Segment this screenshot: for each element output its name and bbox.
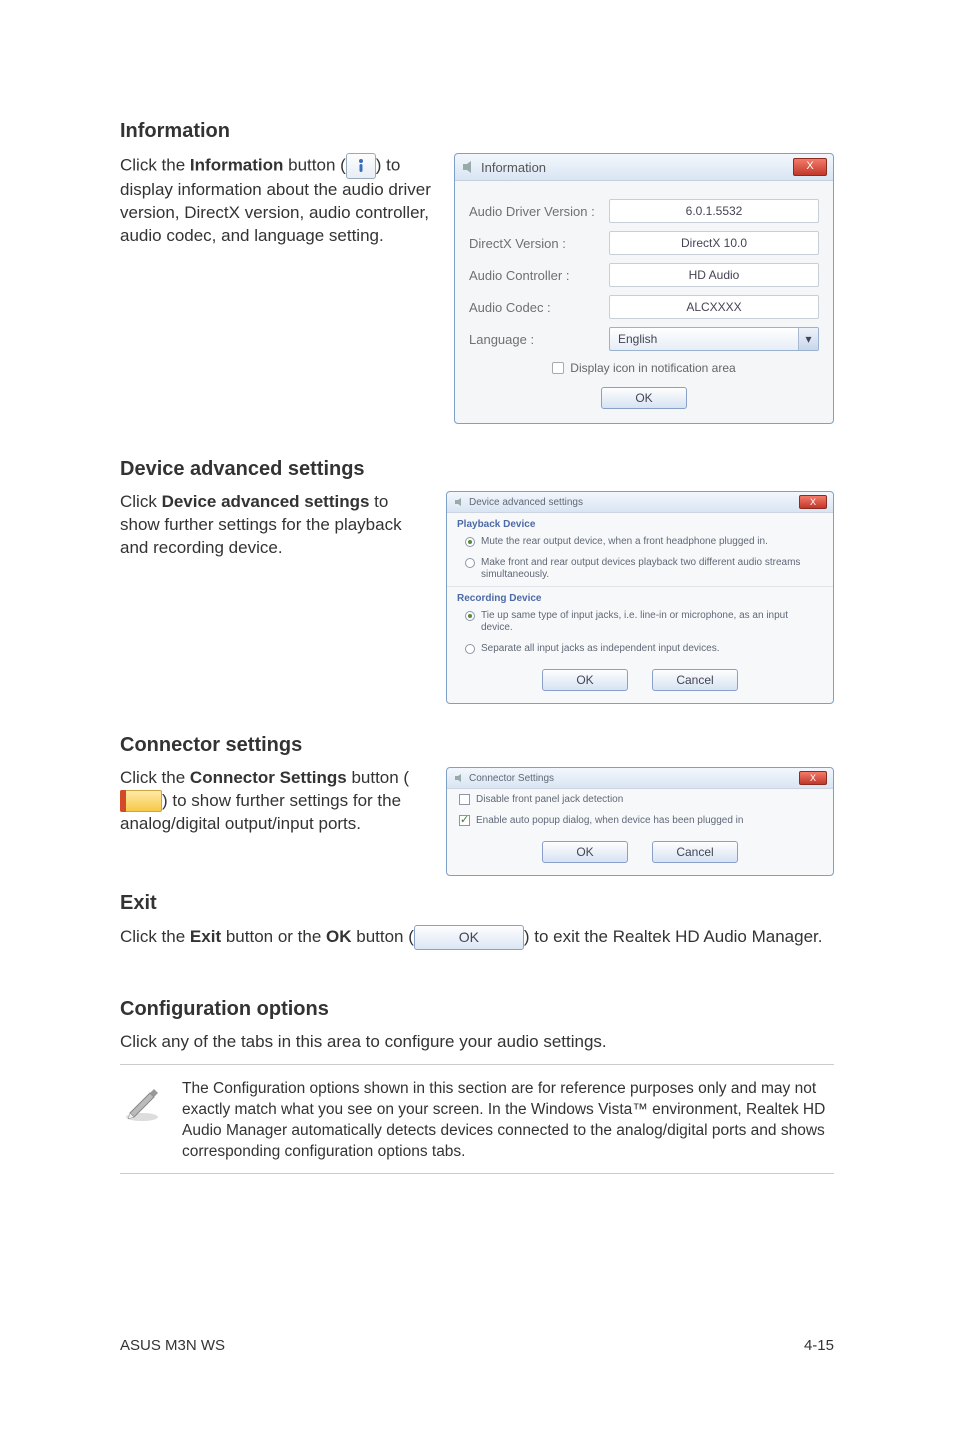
information-heading: Information [120,120,834,143]
note-text: The Configuration options shown in this … [182,1079,834,1163]
txt: button ( [347,768,409,787]
txt: Click the [120,155,190,174]
conn-opt-1[interactable]: Disable front panel jack detection [447,789,833,810]
checkbox-icon [459,815,470,826]
language-select[interactable]: English ▾ [609,327,819,351]
recording-device-heading: Recording Device [447,587,833,606]
txt-bold: Information [190,155,284,174]
audio-icon [453,496,465,508]
recording-opt-2[interactable]: Separate all input jacks as independent … [447,639,833,660]
label: Language : [469,332,609,347]
txt: button ( [352,927,414,946]
close-icon[interactable]: X [799,495,827,509]
dialog-titlebar: Information X [455,154,833,181]
opt-label: Tie up same type of input jacks, i.e. li… [481,610,819,635]
connector-settings-paragraph: Click the Connector Settings button ( ) … [120,767,426,836]
ok-button[interactable]: OK [601,387,687,409]
opt-label: Make front and rear output devices playb… [481,557,819,582]
information-paragraph: Click the Information button ( ) to disp… [120,153,434,248]
dialog-title: Device advanced settings [469,497,583,508]
display-icon-checkbox-row: Display icon in notification area [469,361,819,375]
configuration-options-intro: Click any of the tabs in this area to co… [120,1031,834,1054]
txt: button ( [283,155,345,174]
exit-heading: Exit [120,892,834,915]
ok-button-inline: OK [414,925,524,950]
checkbox-label: Display icon in notification area [570,361,735,375]
txt: button or the [221,927,326,946]
opt-label: Separate all input jacks as independent … [481,643,720,656]
radio-icon [465,537,475,547]
folder-icon [120,790,162,812]
checkbox[interactable] [552,362,564,374]
label: Audio Controller : [469,268,609,283]
audio-icon [461,160,475,174]
value-box: ALCXXXX [609,295,819,319]
page-footer: ASUS M3N WS 4-15 [120,1337,834,1354]
conn-opt-2[interactable]: Enable auto popup dialog, when device ha… [447,810,833,831]
device-advanced-heading: Device advanced settings [120,458,834,481]
txt: Click the [120,768,190,787]
close-icon[interactable]: X [799,771,827,785]
opt-label: Enable auto popup dialog, when device ha… [476,815,743,826]
ok-button[interactable]: OK [542,841,628,863]
txt: ) to show further settings for the analo… [120,791,401,833]
value-box: HD Audio [609,263,819,287]
dialog-body: Audio Driver Version :6.0.1.5532 DirectX… [455,181,833,423]
connector-settings-dialog: Connector Settings X Disable front panel… [446,767,834,876]
information-dialog: Information X Audio Driver Version :6.0.… [454,153,834,424]
information-icon [346,153,376,179]
footer-right: 4-15 [804,1337,834,1354]
cancel-button[interactable]: Cancel [652,669,738,691]
opt-label: Disable front panel jack detection [476,794,623,805]
note-row: The Configuration options shown in this … [120,1079,834,1163]
connector-settings-heading: Connector settings [120,734,834,757]
select-value: English [618,332,657,346]
configuration-options-heading: Configuration options [120,998,834,1021]
ok-button[interactable]: OK [542,669,628,691]
close-icon[interactable]: X [793,158,827,176]
recording-opt-1[interactable]: Tie up same type of input jacks, i.e. li… [447,606,833,639]
txt-bold: Connector Settings [190,768,347,787]
cancel-button[interactable]: Cancel [652,841,738,863]
device-advanced-dialog: Device advanced settings X Playback Devi… [446,491,834,704]
exit-paragraph: Click the Exit button or the OK button (… [120,925,834,950]
checkbox-icon [459,794,470,805]
dialog-title: Information [481,160,546,175]
value-box: DirectX 10.0 [609,231,819,255]
playback-opt-1[interactable]: Mute the rear output device, when a fron… [447,532,833,553]
label: DirectX Version : [469,236,609,251]
chevron-down-icon: ▾ [798,328,818,350]
dialog-titlebar: Device advanced settings X [447,492,833,513]
playback-opt-2[interactable]: Make front and rear output devices playb… [447,553,833,586]
label: Audio Codec : [469,300,609,315]
divider [120,1064,834,1065]
audio-icon [453,772,465,784]
txt: Click [120,492,162,511]
device-advanced-paragraph: Click Device advanced settings to show f… [120,491,426,560]
radio-icon [465,611,475,621]
pencil-icon [120,1079,164,1123]
divider [120,1173,834,1174]
txt-bold: OK [326,927,352,946]
txt: ) to exit the Realtek HD Audio Manager. [524,927,823,946]
txt-bold: Exit [190,927,221,946]
label: Audio Driver Version : [469,204,609,219]
playback-device-heading: Playback Device [447,513,833,532]
radio-icon [465,644,475,654]
opt-label: Mute the rear output device, when a fron… [481,536,768,549]
dialog-titlebar: Connector Settings X [447,768,833,789]
radio-icon [465,558,475,568]
txt-bold: Device advanced settings [162,492,370,511]
footer-left: ASUS M3N WS [120,1337,225,1354]
txt: Click the [120,927,190,946]
dialog-title: Connector Settings [469,773,554,784]
value-box: 6.0.1.5532 [609,199,819,223]
